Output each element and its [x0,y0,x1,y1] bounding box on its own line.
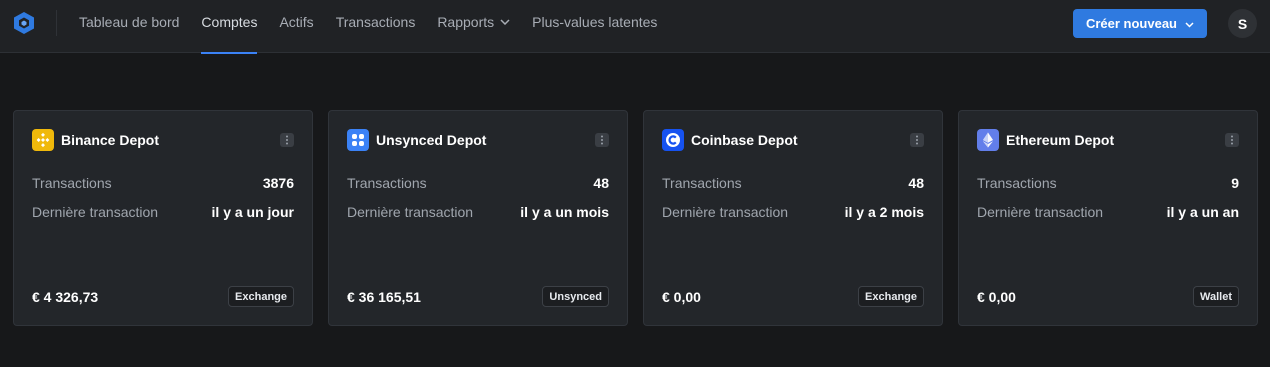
top-navbar: Tableau de bord Comptes Actifs Transacti… [0,0,1270,54]
binance-icon [32,129,54,151]
last-transaction-label: Dernière transaction [977,204,1104,220]
chevron-down-icon [500,0,510,44]
nav-item-comptes[interactable]: Comptes [190,0,268,54]
nav-label: Plus-values latentes [532,14,658,30]
account-balance: € 4 326,73 [32,289,99,305]
coinbase-icon [662,129,684,151]
last-transaction-row: Dernière transaction il y a un jour [32,204,294,220]
account-balance: € 0,00 [977,289,1016,305]
transactions-row: Transactions 48 [347,175,609,191]
last-transaction-label: Dernière transaction [662,204,789,220]
main-nav: Tableau de bord Comptes Actifs Transacti… [68,0,668,54]
account-type-badge: Exchange [228,286,294,307]
transactions-count: 48 [593,175,609,191]
last-transaction-row: Dernière transaction il y a un mois [347,204,609,220]
account-card-binance[interactable]: Binance Depot Transactions 3876 Dernière… [13,110,313,326]
nav-item-transactions[interactable]: Transactions [325,0,427,53]
last-transaction-row: Dernière transaction il y a 2 mois [662,204,924,220]
transactions-count: 48 [908,175,924,191]
avatar-initial: S [1237,15,1248,32]
ethereum-icon [977,129,999,151]
account-card-coinbase[interactable]: Coinbase Depot Transactions 48 Dernière … [643,110,943,326]
create-new-button[interactable]: Créer nouveau [1073,9,1207,38]
more-vertical-icon[interactable] [280,133,294,147]
account-name: Unsynced Depot [376,132,487,148]
nav-label: Tableau de bord [79,14,180,30]
account-type-badge: Unsynced [542,286,609,307]
accounts-grid: Binance Depot Transactions 3876 Dernière… [13,110,1258,326]
nav-item-actifs[interactable]: Actifs [268,0,324,53]
transactions-label: Transactions [32,175,112,191]
user-avatar[interactable]: S [1228,9,1257,38]
transactions-label: Transactions [347,175,427,191]
last-transaction-row: Dernière transaction il y a un an [977,204,1239,220]
nav-item-tableau-de-bord[interactable]: Tableau de bord [68,0,190,53]
more-vertical-icon[interactable] [595,133,609,147]
more-vertical-icon[interactable] [1225,133,1239,147]
transactions-count: 3876 [262,175,294,191]
account-balance: € 36 165,51 [347,289,421,305]
last-transaction-value: il y a un mois [520,204,609,220]
logo-divider [56,10,57,36]
last-transaction-label: Dernière transaction [32,204,159,220]
transactions-row: Transactions 9 [977,175,1239,191]
nav-item-plus-values-latentes[interactable]: Plus-values latentes [521,0,668,53]
last-transaction-label: Dernière transaction [347,204,474,220]
app-logo-icon[interactable] [12,11,36,35]
last-transaction-value: il y a 2 mois [844,204,924,220]
account-name: Coinbase Depot [691,132,798,148]
transactions-count: 9 [1231,175,1239,191]
account-name: Ethereum Depot [1006,132,1115,148]
nav-item-rapports[interactable]: Rapports [426,0,521,53]
nav-label: Transactions [335,14,416,30]
transactions-row: Transactions 48 [662,175,924,191]
transactions-label: Transactions [662,175,742,191]
account-balance: € 0,00 [662,289,701,305]
account-type-badge: Wallet [1193,286,1239,307]
last-transaction-value: il y a un an [1166,204,1239,220]
account-card-unsynced[interactable]: Unsynced Depot Transactions 48 Dernière … [328,110,628,326]
transactions-label: Transactions [977,175,1057,191]
last-transaction-value: il y a un jour [211,204,294,220]
account-name: Binance Depot [61,132,160,148]
nav-label: Rapports [437,14,495,30]
grid-icon [347,129,369,151]
chevron-down-icon [1185,16,1194,31]
nav-label: Actifs [279,14,314,30]
account-card-ethereum[interactable]: Ethereum Depot Transactions 9 Dernière t… [958,110,1258,326]
nav-label: Comptes [201,14,258,30]
more-vertical-icon[interactable] [910,133,924,147]
create-new-label: Créer nouveau [1085,16,1178,31]
account-type-badge: Exchange [858,286,924,307]
transactions-row: Transactions 3876 [32,175,294,191]
